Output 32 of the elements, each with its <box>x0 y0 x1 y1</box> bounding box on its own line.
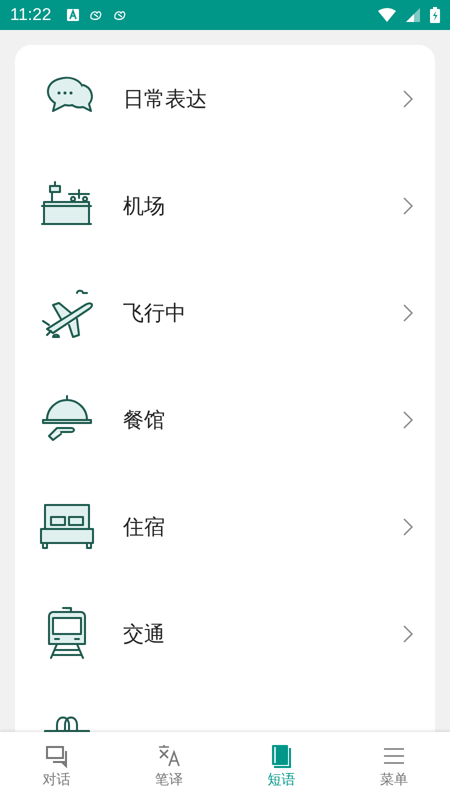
category-label: 机场 <box>123 192 166 220</box>
category-row[interactable]: 机场 <box>15 152 435 259</box>
nav-tab[interactable]: 笔译 <box>112 732 225 800</box>
category-row[interactable]: 住宿 <box>15 473 435 580</box>
chevron-right-icon <box>403 624 413 642</box>
chevron-right-icon <box>403 304 413 322</box>
category-row[interactable]: 交通 <box>15 580 435 687</box>
category-label: 日常表达 <box>123 86 208 112</box>
chat-icon <box>44 744 68 768</box>
category-label: 飞行中 <box>123 300 187 326</box>
notification-icon <box>67 9 80 21</box>
category-row[interactable]: 日常表达 <box>15 45 435 152</box>
chevron-right-icon <box>403 518 413 536</box>
book-icon <box>269 744 294 768</box>
status-time: 11:22 <box>10 5 52 25</box>
notification-icon <box>89 9 104 21</box>
nav-tab[interactable]: 对话 <box>0 732 112 800</box>
signal-icon <box>406 8 420 22</box>
wifi-icon <box>378 8 396 22</box>
nav-tab[interactable]: 菜单 <box>338 732 450 800</box>
category-row[interactable]: 餐馆 <box>15 366 435 473</box>
battery-icon <box>430 7 440 23</box>
notification-icon <box>113 9 128 21</box>
chevron-right-icon <box>403 196 413 214</box>
category-label: 住宿 <box>123 514 166 540</box>
translate-icon <box>156 744 181 768</box>
chevron-right-icon <box>403 90 413 108</box>
category-row[interactable]: 飞行中 <box>15 259 435 366</box>
category-label: 交通 <box>123 620 166 648</box>
nav-tab[interactable]: 短语 <box>225 732 338 800</box>
category-label: 餐馆 <box>123 406 166 434</box>
chevron-right-icon <box>403 410 413 428</box>
